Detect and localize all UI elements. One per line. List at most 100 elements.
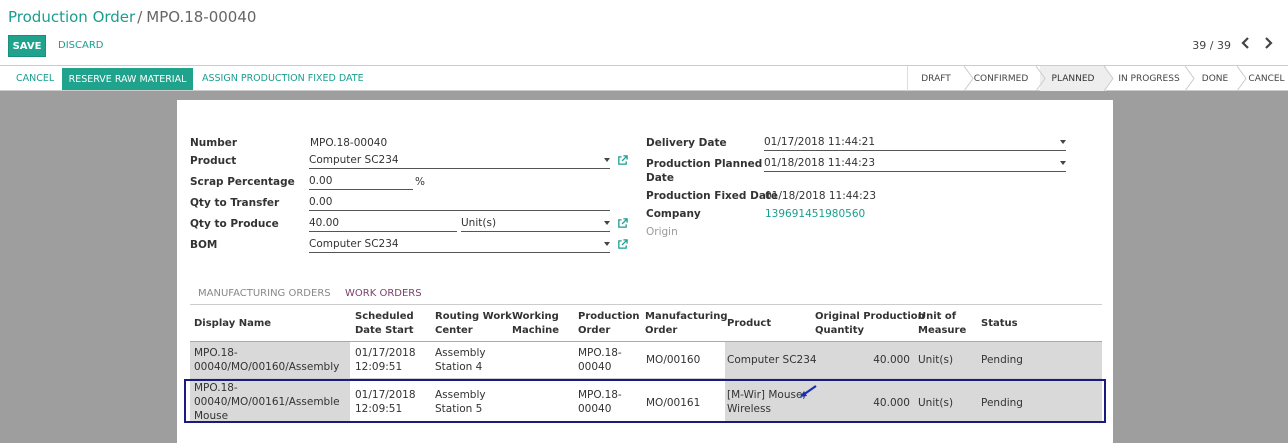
bom-field-value: Computer SC234 [309, 238, 399, 250]
row-status: Pending [981, 397, 1023, 409]
col-manufacturing-order-line2[interactable]: Order [645, 324, 677, 337]
col-routing-line2[interactable]: Center [435, 324, 473, 337]
delivery-date-field[interactable]: 01/17/2018 11:44:21 [764, 135, 1066, 151]
production-fixed-date-label: Production Fixed Date [646, 190, 779, 202]
production-planned-date-label-line2: Date [646, 172, 674, 184]
external-link-icon[interactable] [617, 155, 628, 166]
uom-field[interactable]: Unit(s) [461, 216, 610, 232]
row-production-order-line1: MPO.18- [578, 347, 622, 359]
chevron-left-icon[interactable] [1239, 37, 1253, 53]
stage-separator-icon [964, 66, 974, 91]
external-link-icon[interactable] [617, 218, 628, 229]
row-production-order-line1: MPO.18- [578, 389, 622, 401]
row-original-qty: 40.000 [873, 354, 910, 366]
row-display-name-line3: Mouse [194, 410, 229, 422]
col-display-name[interactable]: Display Name [194, 317, 271, 330]
company-label: Company [646, 208, 701, 220]
stage-draft[interactable]: DRAFT [908, 66, 964, 91]
delivery-date-value: 01/17/2018 11:44:21 [764, 136, 876, 148]
qty-to-produce-field[interactable]: 40.00 [309, 216, 457, 232]
company-link[interactable]: 139691451980560 [765, 208, 865, 220]
col-routing-line1[interactable]: Routing Work [435, 310, 512, 323]
stage-planned[interactable]: PLANNED [1040, 66, 1106, 91]
reserve-raw-material-button[interactable]: RESERVE RAW MATERIAL [62, 68, 193, 90]
qty-to-transfer-value: 0.00 [309, 196, 333, 208]
row-uom: Unit(s) [918, 397, 954, 409]
row-display-name-line1: MPO.18- [194, 382, 238, 394]
product-field-value: Computer SC234 [309, 154, 399, 166]
chevron-down-icon[interactable] [1060, 161, 1066, 165]
product-label: Product [190, 155, 237, 167]
breadcrumb: Production Order / MPO.18-00040 [8, 8, 256, 26]
chevron-down-icon[interactable] [604, 221, 610, 225]
col-scheduled-line1[interactable]: Scheduled [355, 310, 414, 323]
col-uom-line1[interactable]: Unit of [918, 310, 956, 323]
save-button[interactable]: SAVE [8, 35, 46, 57]
col-working-line2[interactable]: Machine [512, 324, 559, 337]
bom-field[interactable]: Computer SC234 [309, 237, 610, 253]
stage-in-progress[interactable]: IN PROGRESS [1111, 66, 1187, 91]
tab-work-orders[interactable]: WORK ORDERS [345, 288, 422, 301]
col-original-qty-line2[interactable]: Quantity [815, 324, 864, 337]
production-planned-date-label-line1: Production Planned [646, 158, 763, 170]
pager-counter: 39 / 39 [1192, 39, 1231, 52]
col-uom-line2[interactable]: Measure [918, 324, 966, 337]
row-routing-line1: Assembly [435, 389, 486, 401]
row-manufacturing-order: MO/00160 [646, 354, 701, 366]
stage-pipeline: DRAFT CONFIRMED PLANNED IN PROGRESS DONE… [907, 66, 1288, 91]
col-product[interactable]: Product [727, 317, 771, 330]
chevron-right-icon[interactable] [1261, 37, 1275, 53]
col-scheduled-line2[interactable]: Date Start [355, 324, 414, 337]
row-routing-line1: Assembly [435, 347, 486, 359]
table-row[interactable]: MPO.18- 00040/MO/00161/Assemble Mouse 01… [190, 380, 1102, 422]
row-status: Pending [981, 354, 1023, 366]
stage-separator-icon [1185, 66, 1195, 91]
table-row[interactable]: MPO.18- 00040/MO/00160/Assembly 01/17/20… [190, 342, 1102, 378]
production-planned-date-value: 01/18/2018 11:44:23 [764, 157, 876, 169]
breadcrumb-separator: / [137, 8, 143, 26]
notebook-tabs: MANUFACTURING ORDERS WORK ORDERS [190, 285, 1102, 305]
bom-label: BOM [190, 239, 218, 251]
stage-confirmed[interactable]: CONFIRMED [964, 66, 1038, 91]
col-status[interactable]: Status [981, 317, 1018, 330]
chevron-down-icon[interactable] [604, 158, 610, 162]
delivery-date-label: Delivery Date [646, 137, 727, 149]
cancel-button[interactable]: CANCEL [16, 73, 54, 84]
tab-manufacturing-orders[interactable]: MANUFACTURING ORDERS [198, 288, 331, 299]
row-production-order-line2: 00040 [578, 361, 612, 373]
row-product-line2: Wireless [727, 403, 771, 415]
col-original-qty-line1[interactable]: Original Production [815, 310, 925, 323]
breadcrumb-parent-link[interactable]: Production Order [8, 8, 135, 26]
stage-cancel[interactable]: CANCEL [1244, 66, 1288, 91]
external-link-icon[interactable] [617, 239, 628, 250]
qty-to-produce-label: Qty to Produce [190, 218, 279, 230]
scrap-percentage-value: 0.00 [309, 175, 333, 187]
stage-done[interactable]: DONE [1191, 66, 1239, 91]
qty-to-transfer-field[interactable]: 0.00 [309, 195, 610, 211]
scrap-percentage-label: Scrap Percentage [190, 176, 295, 188]
col-production-order-line1[interactable]: Production [578, 310, 640, 323]
production-planned-date-field[interactable]: 01/18/2018 11:44:23 [764, 156, 1066, 172]
chevron-down-icon[interactable] [1060, 140, 1066, 144]
breadcrumb-current: MPO.18-00040 [146, 8, 257, 26]
assign-production-fixed-date-button[interactable]: ASSIGN PRODUCTION FIXED DATE [202, 73, 364, 84]
row-manufacturing-order: MO/00161 [646, 397, 701, 409]
row-routing-line2: Station 5 [435, 403, 483, 415]
col-production-order-line2[interactable]: Order [578, 324, 610, 337]
stage-separator-icon [1036, 66, 1046, 91]
chevron-down-icon[interactable] [604, 242, 610, 246]
col-manufacturing-order-line1[interactable]: Manufacturing [645, 310, 728, 323]
row-original-qty: 40.000 [873, 397, 910, 409]
stage-separator-icon [1237, 66, 1247, 91]
col-working-line1[interactable]: Working [512, 310, 559, 323]
scrap-percentage-field[interactable]: 0.00 [309, 174, 413, 190]
row-product: Computer SC234 [727, 354, 817, 366]
row-uom: Unit(s) [918, 354, 954, 366]
row-display-name-line2: 00040/MO/00161/Assemble [194, 396, 340, 408]
row-display-name-line1: MPO.18- [194, 347, 238, 359]
product-field[interactable]: Computer SC234 [309, 153, 610, 169]
discard-button[interactable]: DISCARD [58, 40, 103, 51]
control-panel: Production Order / MPO.18-00040 SAVE DISCA… [0, 0, 1288, 66]
number-value: MPO.18-00040 [310, 137, 388, 149]
row-scheduled-date: 01/17/2018 [355, 389, 416, 401]
